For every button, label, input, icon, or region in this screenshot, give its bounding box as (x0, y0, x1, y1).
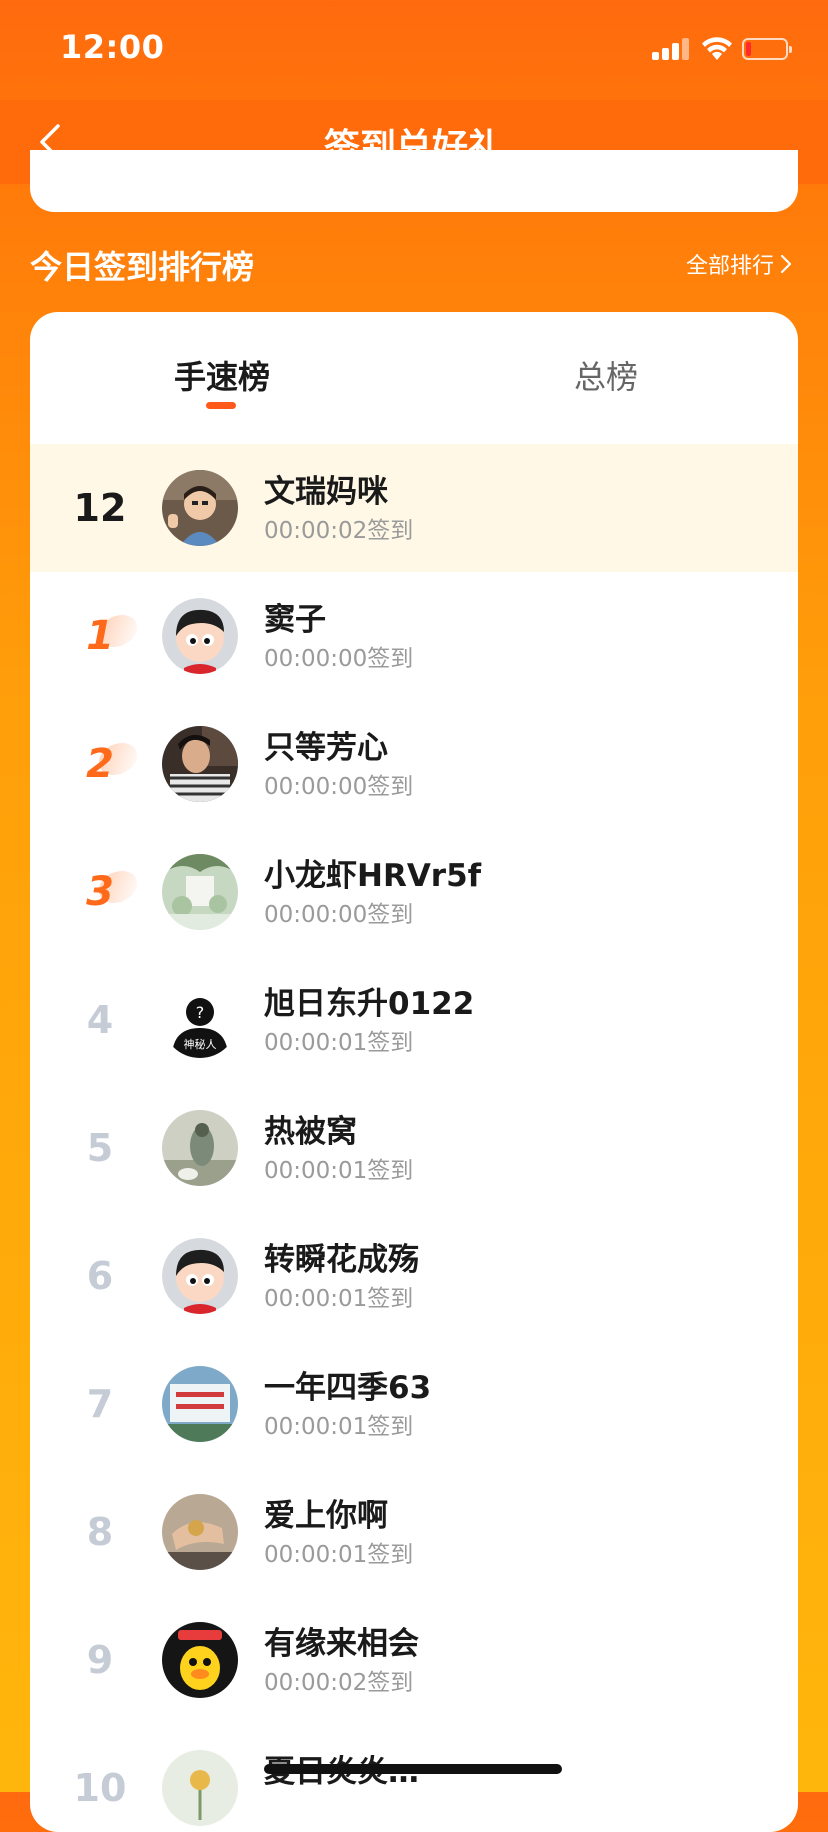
avatar[interactable] (162, 470, 238, 546)
section-title: 今日签到排行榜 (30, 248, 255, 286)
list-item[interactable]: 5 热被窝 00:00:01签到 (30, 1084, 798, 1212)
avatar[interactable] (162, 1366, 238, 1442)
rank-number: 2 (60, 700, 143, 828)
checkin-time: 00:00:01签到 (264, 1542, 414, 1568)
ranking-tabs: 手速榜 总榜 (30, 312, 798, 444)
checkin-time: 00:00:00签到 (264, 774, 414, 800)
avatar[interactable] (162, 1750, 238, 1826)
checkin-time: 00:00:01签到 (264, 1414, 414, 1440)
rank-number: 10 (73, 1766, 127, 1810)
avatar[interactable] (162, 1622, 238, 1698)
rank-number: 7 (86, 1382, 114, 1426)
list-item[interactable]: 7 一年四季63 00:00:01签到 (30, 1340, 798, 1468)
status-time: 12:00 (60, 28, 165, 66)
checkin-time: 00:00:00签到 (264, 646, 414, 672)
rank-number: 8 (86, 1510, 114, 1554)
avatar[interactable] (162, 1110, 238, 1186)
rank-number: 3 (60, 828, 143, 956)
list-item[interactable]: 9 有缘来相会 00:00:02签到 (30, 1596, 798, 1724)
list-item[interactable]: 1 窦子 00:00:00签到 (30, 572, 798, 700)
avatar[interactable] (162, 854, 238, 930)
checkin-time: 00:00:00签到 (264, 902, 414, 928)
wifi-icon (700, 34, 734, 62)
user-name: 旭日东升0122 (264, 986, 475, 1022)
list-item[interactable]: 8 爱上你啊 00:00:01签到 (30, 1468, 798, 1596)
tab-total-ranking[interactable]: 总榜 (574, 352, 638, 398)
list-item[interactable]: 2 只等芳心 00:00:00签到 (30, 700, 798, 828)
list-item[interactable]: 10 夏日炎炎… (30, 1724, 798, 1832)
status-bar: 12:00 (0, 0, 828, 100)
ranking-board: 手速榜 总榜 12 文瑞妈咪 00:00:02签到 1 窦子 00:00:00签… (30, 312, 798, 1832)
my-rank-row[interactable]: 12 文瑞妈咪 00:00:02签到 (30, 444, 798, 572)
user-name: 爱上你啊 (264, 1498, 388, 1534)
list-item[interactable]: 6 转瞬花成殇 00:00:01签到 (30, 1212, 798, 1340)
previous-card (30, 150, 798, 212)
avatar[interactable] (162, 1238, 238, 1314)
avatar[interactable]: ? 神秘人 (162, 982, 238, 1058)
rank-number: 9 (86, 1638, 114, 1682)
checkin-time: 00:00:01签到 (264, 1286, 414, 1312)
home-indicator (264, 1764, 562, 1774)
battery-icon (742, 38, 792, 60)
rank-number: 6 (86, 1254, 114, 1298)
all-ranking-link[interactable]: 全部排行 (686, 248, 792, 280)
checkin-time: 00:00:02签到 (264, 1670, 414, 1696)
rank-number: 1 (60, 572, 143, 700)
chevron-right-icon (780, 254, 792, 274)
list-item[interactable]: 3 小龙虾HRVr5f 00:00:00签到 (30, 828, 798, 956)
rank-number: 12 (73, 486, 127, 530)
svg-text:?: ? (196, 1003, 205, 1022)
rank-number: 5 (86, 1126, 114, 1170)
user-name: 一年四季63 (264, 1370, 432, 1406)
user-name: 有缘来相会 (264, 1626, 419, 1662)
checkin-time: 00:00:01签到 (264, 1030, 414, 1056)
svg-text:神秘人: 神秘人 (184, 1037, 217, 1051)
cellular-signal-icon (652, 38, 692, 60)
tab-speed-ranking[interactable]: 手速榜 (174, 352, 270, 398)
user-name: 文瑞妈咪 (264, 474, 388, 510)
all-ranking-label: 全部排行 (685, 254, 774, 279)
user-name: 只等芳心 (264, 730, 388, 766)
user-name: 窦子 (264, 602, 326, 638)
user-name: 热被窝 (264, 1114, 357, 1150)
avatar[interactable] (162, 726, 238, 802)
user-name: 小龙虾HRVr5f (264, 858, 482, 894)
user-name: 转瞬花成殇 (264, 1242, 419, 1278)
rank-number: 4 (86, 998, 114, 1042)
list-item[interactable]: 4 ? 神秘人 旭日东升0122 00:00:01签到 (30, 956, 798, 1084)
avatar[interactable] (162, 1494, 238, 1570)
checkin-time: 00:00:02签到 (264, 518, 414, 544)
checkin-time: 00:00:01签到 (264, 1158, 414, 1184)
avatar[interactable] (162, 598, 238, 674)
active-tab-indicator (206, 402, 236, 409)
